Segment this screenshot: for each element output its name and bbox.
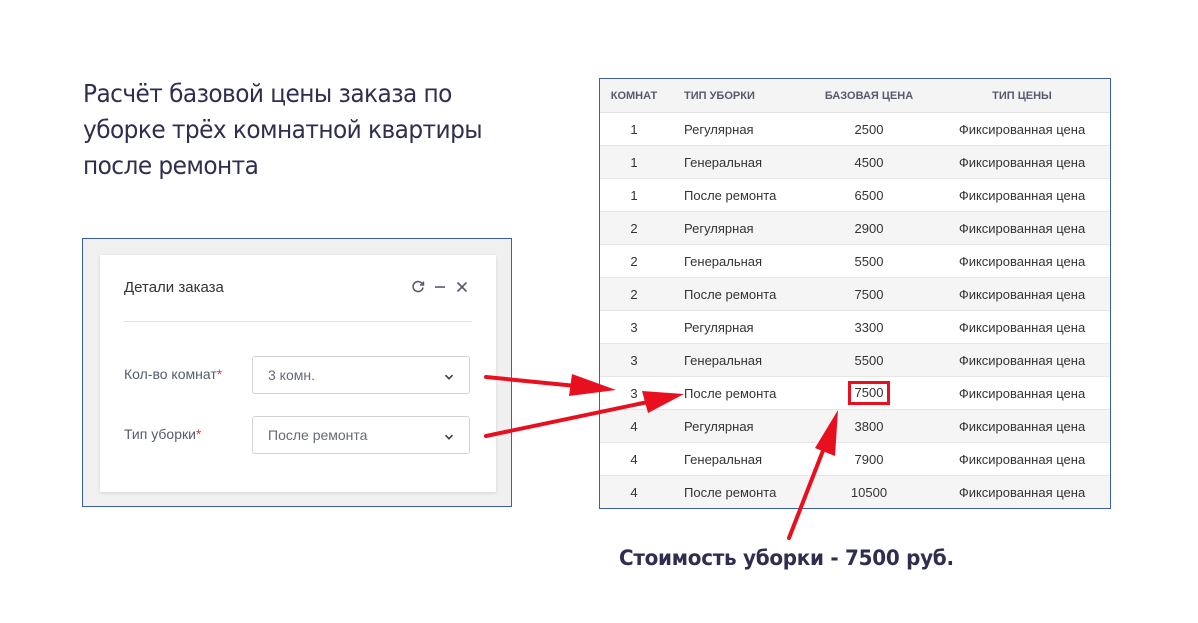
- cell-rooms: 3: [600, 310, 668, 344]
- cell-base-price: 6500: [804, 178, 934, 212]
- cell-rooms: 2: [600, 244, 668, 278]
- table-row[interactable]: 2 Регулярная 2900 Фиксированная цена: [600, 211, 1110, 245]
- cell-price-type: Фиксированная цена: [934, 178, 1110, 212]
- cell-price-type: Фиксированная цена: [934, 211, 1110, 245]
- cleaning-type-select-value: После ремонта: [268, 427, 368, 443]
- table-row[interactable]: 1 Генеральная 4500 Фиксированная цена: [600, 145, 1110, 179]
- chevron-down-icon: [443, 370, 455, 388]
- cell-cleaning-type: Регулярная: [668, 112, 804, 146]
- price-table-panel: Комнат Тип уборки Базовая цена Тип цены …: [599, 78, 1111, 509]
- cell-rooms: 4: [600, 442, 668, 476]
- cell-base-price: 7500: [804, 277, 934, 311]
- cell-base-price: 7900: [804, 442, 934, 476]
- required-mark: *: [195, 426, 202, 442]
- cell-rooms: 4: [600, 475, 668, 508]
- cell-cleaning-type: Регулярная: [668, 409, 804, 443]
- cell-price-type: Фиксированная цена: [934, 277, 1110, 311]
- table-row[interactable]: 3 После ремонта 7500 Фиксированная цена: [600, 376, 1110, 410]
- column-header-cleaning-type[interactable]: Тип уборки: [668, 79, 804, 113]
- rooms-label: Кол-во комнат*: [124, 366, 223, 382]
- cell-cleaning-type: Регулярная: [668, 211, 804, 245]
- cell-price-type: Фиксированная цена: [934, 112, 1110, 146]
- close-icon[interactable]: [454, 277, 470, 297]
- table-header-row: Комнат Тип уборки Базовая цена Тип цены: [600, 79, 1110, 113]
- headline: Расчёт базовой цены заказа по уборке трё…: [83, 76, 492, 184]
- cell-price-type: Фиксированная цена: [934, 442, 1110, 476]
- cleaning-type-label: Тип уборки*: [124, 426, 202, 442]
- table-row[interactable]: 3 Генеральная 5500 Фиксированная цена: [600, 343, 1110, 377]
- refresh-icon[interactable]: [410, 277, 426, 297]
- order-details-card: Детали заказа Кол-во комнат* 3 комн. Тип…: [100, 255, 496, 492]
- card-tools: [410, 277, 470, 297]
- cleaning-cost-caption: Стоимость уборки - 7500 руб.: [619, 546, 954, 570]
- chevron-down-icon: [443, 430, 455, 448]
- cell-price-type: Фиксированная цена: [934, 376, 1110, 410]
- cell-price-type: Фиксированная цена: [934, 310, 1110, 344]
- cell-price-type: Фиксированная цена: [934, 244, 1110, 278]
- column-header-base-price[interactable]: Базовая цена: [804, 79, 934, 113]
- cell-rooms: 1: [600, 178, 668, 212]
- cell-cleaning-type: Генеральная: [668, 343, 804, 377]
- required-mark: *: [216, 366, 223, 382]
- price-table: Комнат Тип уборки Базовая цена Тип цены …: [600, 79, 1110, 508]
- cell-cleaning-type: Генеральная: [668, 442, 804, 476]
- cell-price-type: Фиксированная цена: [934, 409, 1110, 443]
- cell-price-type: Фиксированная цена: [934, 475, 1110, 508]
- cell-base-price: 2500: [804, 112, 934, 146]
- cell-cleaning-type: После ремонта: [668, 277, 804, 311]
- card-title: Детали заказа: [124, 279, 224, 296]
- cell-cleaning-type: После ремонта: [668, 376, 804, 410]
- table-row[interactable]: 2 Генеральная 5500 Фиксированная цена: [600, 244, 1110, 278]
- cell-base-price: 3800: [804, 409, 934, 443]
- cell-price-type: Фиксированная цена: [934, 343, 1110, 377]
- headline-line: уборке трёх комнатной квартиры: [83, 115, 483, 144]
- minimize-icon[interactable]: [432, 277, 448, 297]
- cell-rooms: 2: [600, 211, 668, 245]
- card-divider: [124, 321, 472, 322]
- cell-cleaning-type: Генеральная: [668, 145, 804, 179]
- highlighted-price: 7500: [847, 381, 891, 405]
- headline-line: Расчёт базовой цены заказа по: [83, 79, 452, 108]
- column-header-rooms[interactable]: Комнат: [600, 79, 668, 113]
- table-row[interactable]: 4 Регулярная 3800 Фиксированная цена: [600, 409, 1110, 443]
- cell-base-price: 7500: [804, 376, 934, 410]
- rooms-select-value: 3 комн.: [268, 367, 315, 383]
- cell-rooms: 1: [600, 112, 668, 146]
- rooms-select[interactable]: 3 комн.: [252, 356, 470, 394]
- cell-rooms: 1: [600, 145, 668, 179]
- cell-cleaning-type: Регулярная: [668, 310, 804, 344]
- table-row[interactable]: 1 После ремонта 6500 Фиксированная цена: [600, 178, 1110, 212]
- cell-price-type: Фиксированная цена: [934, 145, 1110, 179]
- table-row[interactable]: 1 Регулярная 2500 Фиксированная цена: [600, 112, 1110, 146]
- cell-rooms: 4: [600, 409, 668, 443]
- order-details-panel: Детали заказа Кол-во комнат* 3 комн. Тип…: [82, 238, 512, 507]
- cell-base-price: 5500: [804, 244, 934, 278]
- cleaning-type-select[interactable]: После ремонта: [252, 416, 470, 454]
- cell-rooms: 2: [600, 277, 668, 311]
- table-row[interactable]: 4 Генеральная 7900 Фиксированная цена: [600, 442, 1110, 476]
- cell-base-price: 10500: [804, 475, 934, 508]
- cell-base-price: 3300: [804, 310, 934, 344]
- cell-base-price: 4500: [804, 145, 934, 179]
- cell-cleaning-type: После ремонта: [668, 178, 804, 212]
- table-row[interactable]: 3 Регулярная 3300 Фиксированная цена: [600, 310, 1110, 344]
- cell-cleaning-type: После ремонта: [668, 475, 804, 508]
- cell-base-price: 2900: [804, 211, 934, 245]
- headline-line: после ремонта: [83, 151, 259, 180]
- cell-base-price: 5500: [804, 343, 934, 377]
- cell-rooms: 3: [600, 343, 668, 377]
- cell-rooms: 3: [600, 376, 668, 410]
- column-header-price-type[interactable]: Тип цены: [934, 79, 1110, 113]
- table-row[interactable]: 4 После ремонта 10500 Фиксированная цена: [600, 475, 1110, 508]
- table-row[interactable]: 2 После ремонта 7500 Фиксированная цена: [600, 277, 1110, 311]
- cell-cleaning-type: Генеральная: [668, 244, 804, 278]
